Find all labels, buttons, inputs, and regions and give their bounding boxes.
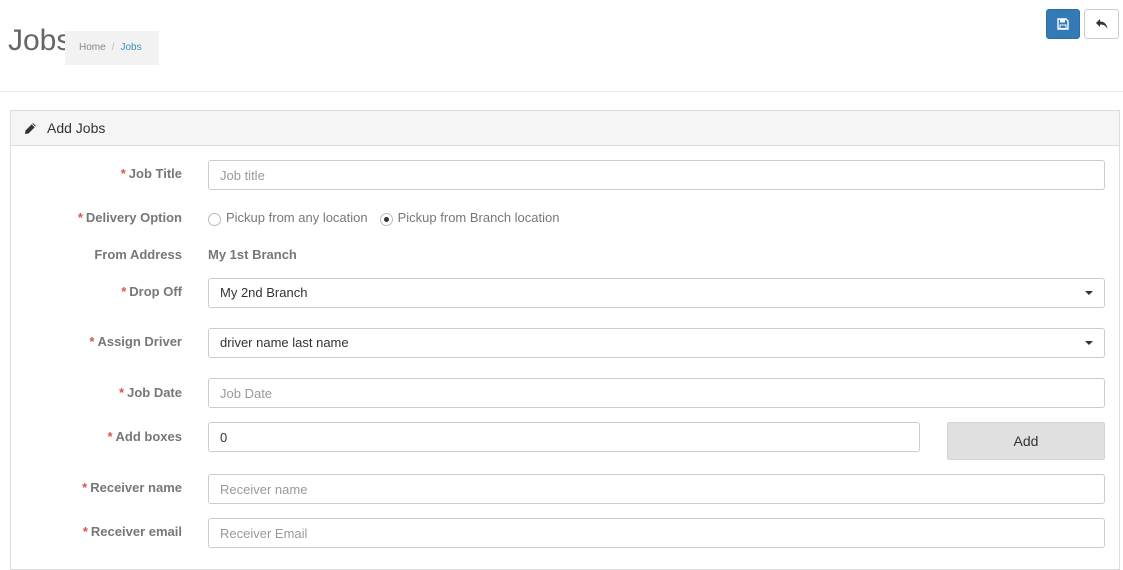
receiver-name-label: * Receiver name xyxy=(11,480,182,495)
panel-title: Add Jobs xyxy=(47,120,106,136)
radio-label: Pickup from any location xyxy=(226,210,368,225)
required-marker: * xyxy=(82,480,88,495)
add-boxes-label-text: Add boxes xyxy=(115,429,182,444)
radio-pickup-any[interactable]: Pickup from any location xyxy=(208,210,368,226)
breadcrumb-separator: / xyxy=(111,42,115,53)
assign-driver-selected-value: driver name last name xyxy=(220,335,349,350)
required-marker: * xyxy=(89,334,95,349)
save-button[interactable] xyxy=(1046,9,1080,39)
required-marker: * xyxy=(107,429,113,444)
caret-down-icon xyxy=(1085,341,1093,345)
add-boxes-input[interactable] xyxy=(208,422,920,452)
back-button[interactable] xyxy=(1084,9,1119,39)
job-title-label-text: Job Title xyxy=(128,166,182,181)
delivery-option-radios: Pickup from any location Pickup from Bra… xyxy=(208,210,571,226)
job-title-input[interactable] xyxy=(208,160,1105,190)
drop-off-label: * Drop Off xyxy=(11,284,182,299)
delivery-option-label: * Delivery Option xyxy=(11,210,182,225)
radio-button-checked[interactable] xyxy=(379,213,393,226)
add-boxes-label: * Add boxes xyxy=(11,429,182,444)
page-title: Jobs xyxy=(8,24,72,57)
caret-down-icon xyxy=(1085,291,1093,295)
from-address-label: From Address xyxy=(94,247,182,262)
radio-label: Pickup from Branch location xyxy=(397,210,560,225)
floppy-disk-icon xyxy=(1057,18,1069,30)
reply-arrow-icon xyxy=(1095,19,1107,29)
add-jobs-panel: Add Jobs *Job Title *Delivery Option Pic… xyxy=(10,110,1120,570)
assign-driver-label: * Assign Driver xyxy=(11,334,182,349)
receiver-name-input[interactable] xyxy=(208,474,1105,504)
receiver-email-label: * Receiver email xyxy=(11,524,182,539)
required-marker: * xyxy=(120,166,126,181)
breadcrumb: Home / Jobs xyxy=(65,31,159,65)
breadcrumb-home[interactable]: Home xyxy=(79,42,106,53)
assign-driver-label-text: Assign Driver xyxy=(97,334,182,349)
radio-button[interactable] xyxy=(208,213,221,226)
job-title-label: * Job Title xyxy=(11,166,182,181)
pencil-icon xyxy=(25,122,36,134)
required-marker: * xyxy=(121,284,127,299)
job-date-label-text: Job Date xyxy=(127,385,182,400)
required-marker: * xyxy=(77,210,83,225)
page-header: Jobs Home / Jobs xyxy=(0,0,1123,92)
drop-off-select[interactable]: My 2nd Branch xyxy=(208,278,1105,308)
add-boxes-button[interactable]: Add xyxy=(947,422,1105,460)
job-date-input[interactable] xyxy=(208,378,1105,408)
delivery-option-label-text: Delivery Option xyxy=(85,210,182,225)
breadcrumb-jobs[interactable]: Jobs xyxy=(120,42,141,53)
receiver-email-label-text: Receiver email xyxy=(90,524,182,539)
drop-off-selected-value: My 2nd Branch xyxy=(220,285,308,300)
drop-off-label-text: Drop Off xyxy=(129,284,182,299)
receiver-name-label-text: Receiver name xyxy=(90,480,182,495)
job-date-label: * Job Date xyxy=(11,385,182,400)
radio-pickup-branch[interactable]: Pickup from Branch location xyxy=(379,210,560,226)
assign-driver-select[interactable]: driver name last name xyxy=(208,328,1105,358)
receiver-email-input[interactable] xyxy=(208,518,1105,548)
panel-heading: Add Jobs xyxy=(11,111,1119,146)
from-address-value: My 1st Branch xyxy=(208,247,297,262)
required-marker: * xyxy=(119,385,125,400)
required-marker: * xyxy=(82,524,88,539)
